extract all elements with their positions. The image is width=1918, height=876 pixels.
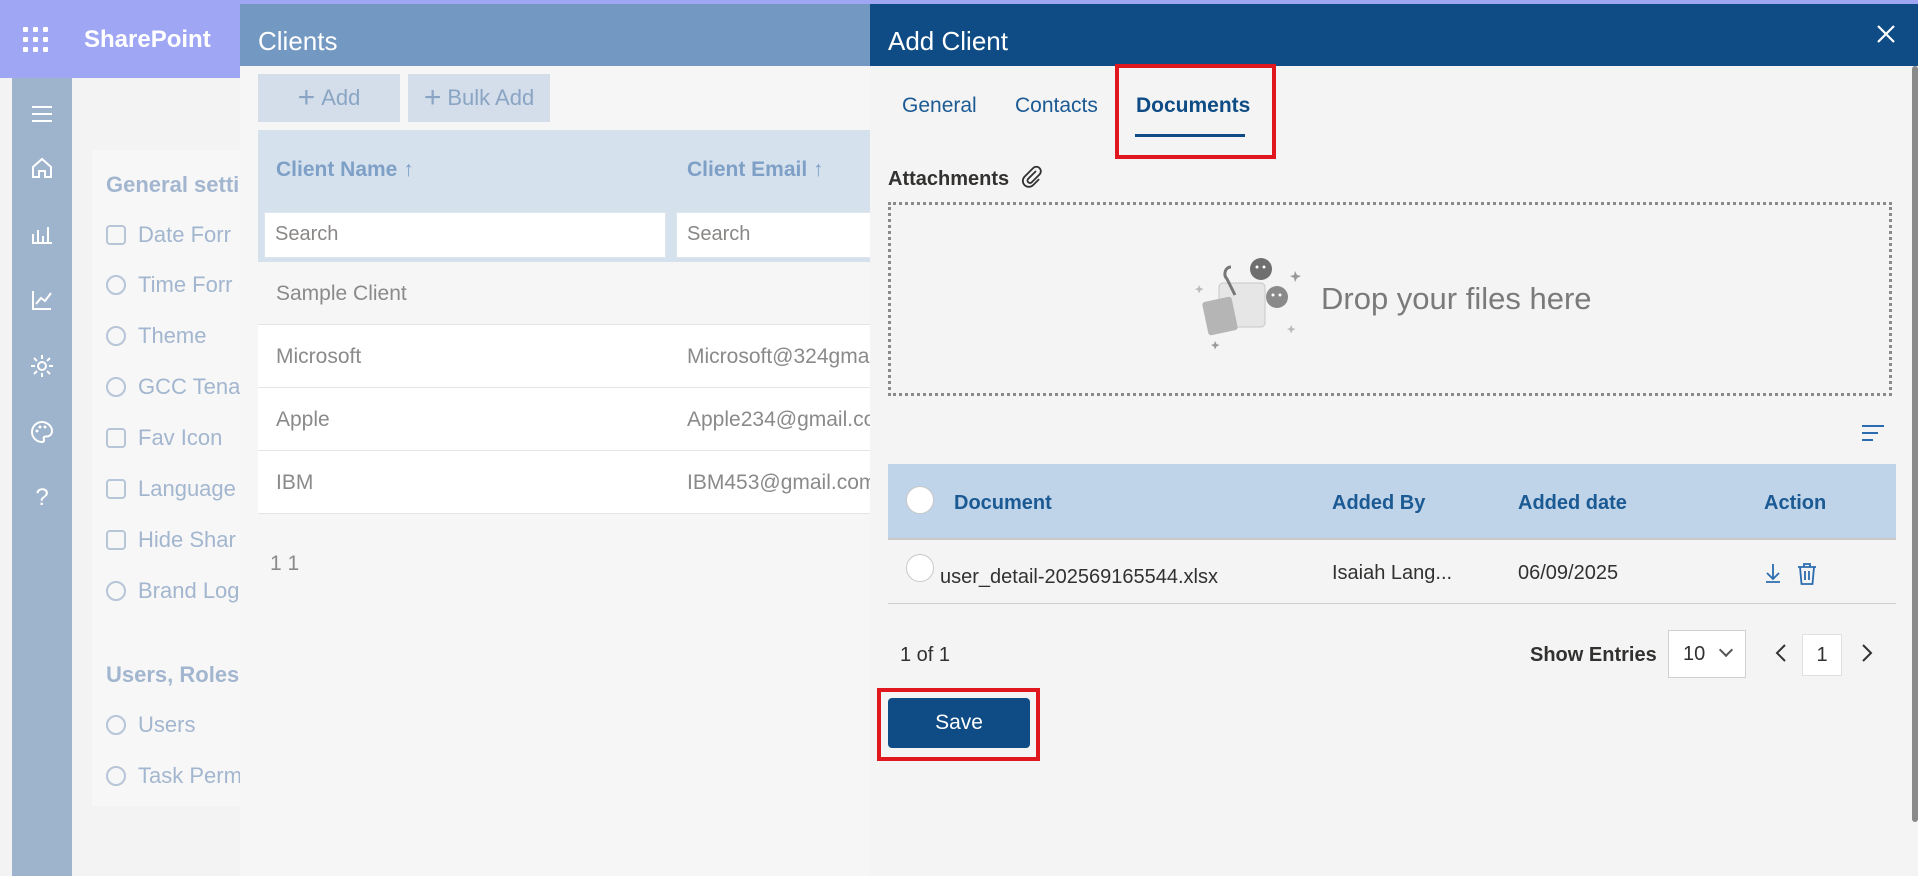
plus-icon: + — [297, 81, 316, 114]
analytics-icon[interactable] — [30, 222, 54, 246]
palette-icon[interactable] — [30, 420, 54, 444]
upload-illustration-icon — [1191, 245, 1311, 355]
file-dropzone[interactable]: Drop your files here — [888, 202, 1892, 396]
pager-count: 1 of 1 — [900, 644, 951, 666]
help-icon[interactable]: ? — [30, 484, 54, 511]
documents-table-header: Document Added By Added date Action — [888, 464, 1896, 540]
select-all-radio[interactable] — [906, 486, 934, 514]
settings-panel: General setti Date Forr Time Forr Theme … — [92, 150, 252, 806]
show-entries-label: Show Entries — [1530, 644, 1657, 666]
menu-icon[interactable] — [30, 102, 54, 126]
delete-icon[interactable] — [1796, 562, 1818, 591]
globe-icon — [106, 377, 126, 397]
translate-icon — [106, 479, 126, 499]
entries-select[interactable]: 10 — [1668, 630, 1746, 678]
settings-group-general: General setti — [106, 172, 240, 197]
clients-table-header: Client Name ↑ Client Email ↑ Search Sear… — [258, 130, 870, 262]
home-icon[interactable] — [30, 156, 54, 180]
row-select-radio[interactable] — [906, 554, 934, 582]
table-row[interactable]: Apple Apple234@gmail.co — [258, 388, 870, 451]
left-rail: ? — [12, 78, 72, 876]
settings-item-date[interactable]: Date Forr — [106, 222, 231, 248]
clients-header: Clients — [240, 4, 870, 66]
client-name-search-input[interactable]: Search — [264, 212, 666, 258]
download-icon[interactable] — [1764, 562, 1782, 589]
column-added-by[interactable]: Added By — [1332, 492, 1425, 515]
close-icon[interactable] — [1870, 18, 1902, 50]
app-launcher-icon[interactable] — [0, 0, 70, 78]
highlight-box-save — [877, 688, 1040, 761]
table-row[interactable]: Microsoft Microsoft@324gma — [258, 325, 870, 388]
table-row[interactable]: user_detail-202569165544.xlsx Isaiah Lan… — [888, 540, 1896, 604]
table-row[interactable]: Sample Client — [258, 262, 870, 325]
previous-page-icon[interactable] — [1774, 642, 1794, 666]
settings-item-hide[interactable]: Hide Shar — [106, 527, 236, 553]
current-page[interactable]: 1 — [1802, 634, 1842, 676]
add-button[interactable]: + Add — [258, 74, 400, 122]
client-email-search-input[interactable]: Search — [676, 212, 870, 258]
plus-icon: + — [423, 81, 442, 114]
bulk-add-button[interactable]: + Bulk Add — [408, 74, 550, 122]
drop-files-text: Drop your files here — [1321, 281, 1592, 316]
paperclip-icon[interactable] — [1019, 164, 1043, 194]
tab-general[interactable]: General — [902, 94, 977, 118]
settings-item-taskperm[interactable]: Task Perm — [106, 763, 242, 789]
drawer-scrollbar[interactable] — [1912, 66, 1918, 822]
chevron-down-icon — [1718, 642, 1734, 658]
badge-icon — [106, 581, 126, 601]
column-added-date[interactable]: Added date — [1518, 492, 1627, 515]
people-icon — [106, 715, 126, 735]
settings-item-time[interactable]: Time Forr — [106, 272, 233, 298]
calendar-icon — [106, 225, 126, 245]
added-date: 06/09/2025 — [1518, 562, 1619, 584]
gear-icon[interactable] — [30, 354, 54, 378]
table-row[interactable]: IBM IBM453@gmail.com — [258, 451, 870, 514]
tab-contacts[interactable]: Contacts — [1015, 94, 1098, 118]
settings-item-theme[interactable]: Theme — [106, 323, 206, 349]
column-document[interactable]: Document — [954, 492, 1052, 515]
clock-icon — [106, 275, 126, 295]
clients-title: Clients — [258, 26, 338, 56]
column-client-email[interactable]: Client Email ↑ — [687, 158, 824, 182]
drawer-header: Add Client — [870, 4, 1918, 66]
clients-panel: Clients + Add + Bulk Add Client Name ↑ Cli… — [240, 4, 870, 876]
settings-group-users: Users, Roles — [106, 662, 240, 687]
highlight-box-tab — [1115, 64, 1276, 159]
settings-item-users[interactable]: Users — [106, 712, 195, 738]
settings-item-language[interactable]: Language — [106, 476, 236, 502]
add-client-drawer: Add Client General Contacts Documents At… — [870, 4, 1918, 876]
settings-item-gcc[interactable]: GCC Tena — [106, 374, 240, 400]
document-name[interactable]: user_detail-202569165544.xlsx — [940, 566, 1218, 589]
trend-icon[interactable] — [30, 288, 54, 312]
brand-title[interactable]: SharePoint — [84, 26, 211, 54]
added-by: Isaiah Lang... — [1332, 562, 1453, 584]
column-action: Action — [1764, 492, 1827, 514]
sort-lines-icon[interactable] — [1860, 422, 1886, 449]
settings-item-brand[interactable]: Brand Log — [106, 578, 240, 604]
next-page-icon[interactable] — [1860, 642, 1880, 666]
window-icon — [106, 530, 126, 550]
palette-icon — [106, 326, 126, 346]
column-client-name[interactable]: Client Name ↑ — [276, 158, 414, 182]
attachments-label: Attachments — [888, 164, 1043, 194]
clients-pager: 1 1 — [270, 552, 300, 575]
drawer-title: Add Client — [888, 26, 1008, 56]
favicon-icon — [106, 428, 126, 448]
key-icon — [106, 766, 126, 786]
settings-item-favicon[interactable]: Fav Icon — [106, 425, 222, 451]
